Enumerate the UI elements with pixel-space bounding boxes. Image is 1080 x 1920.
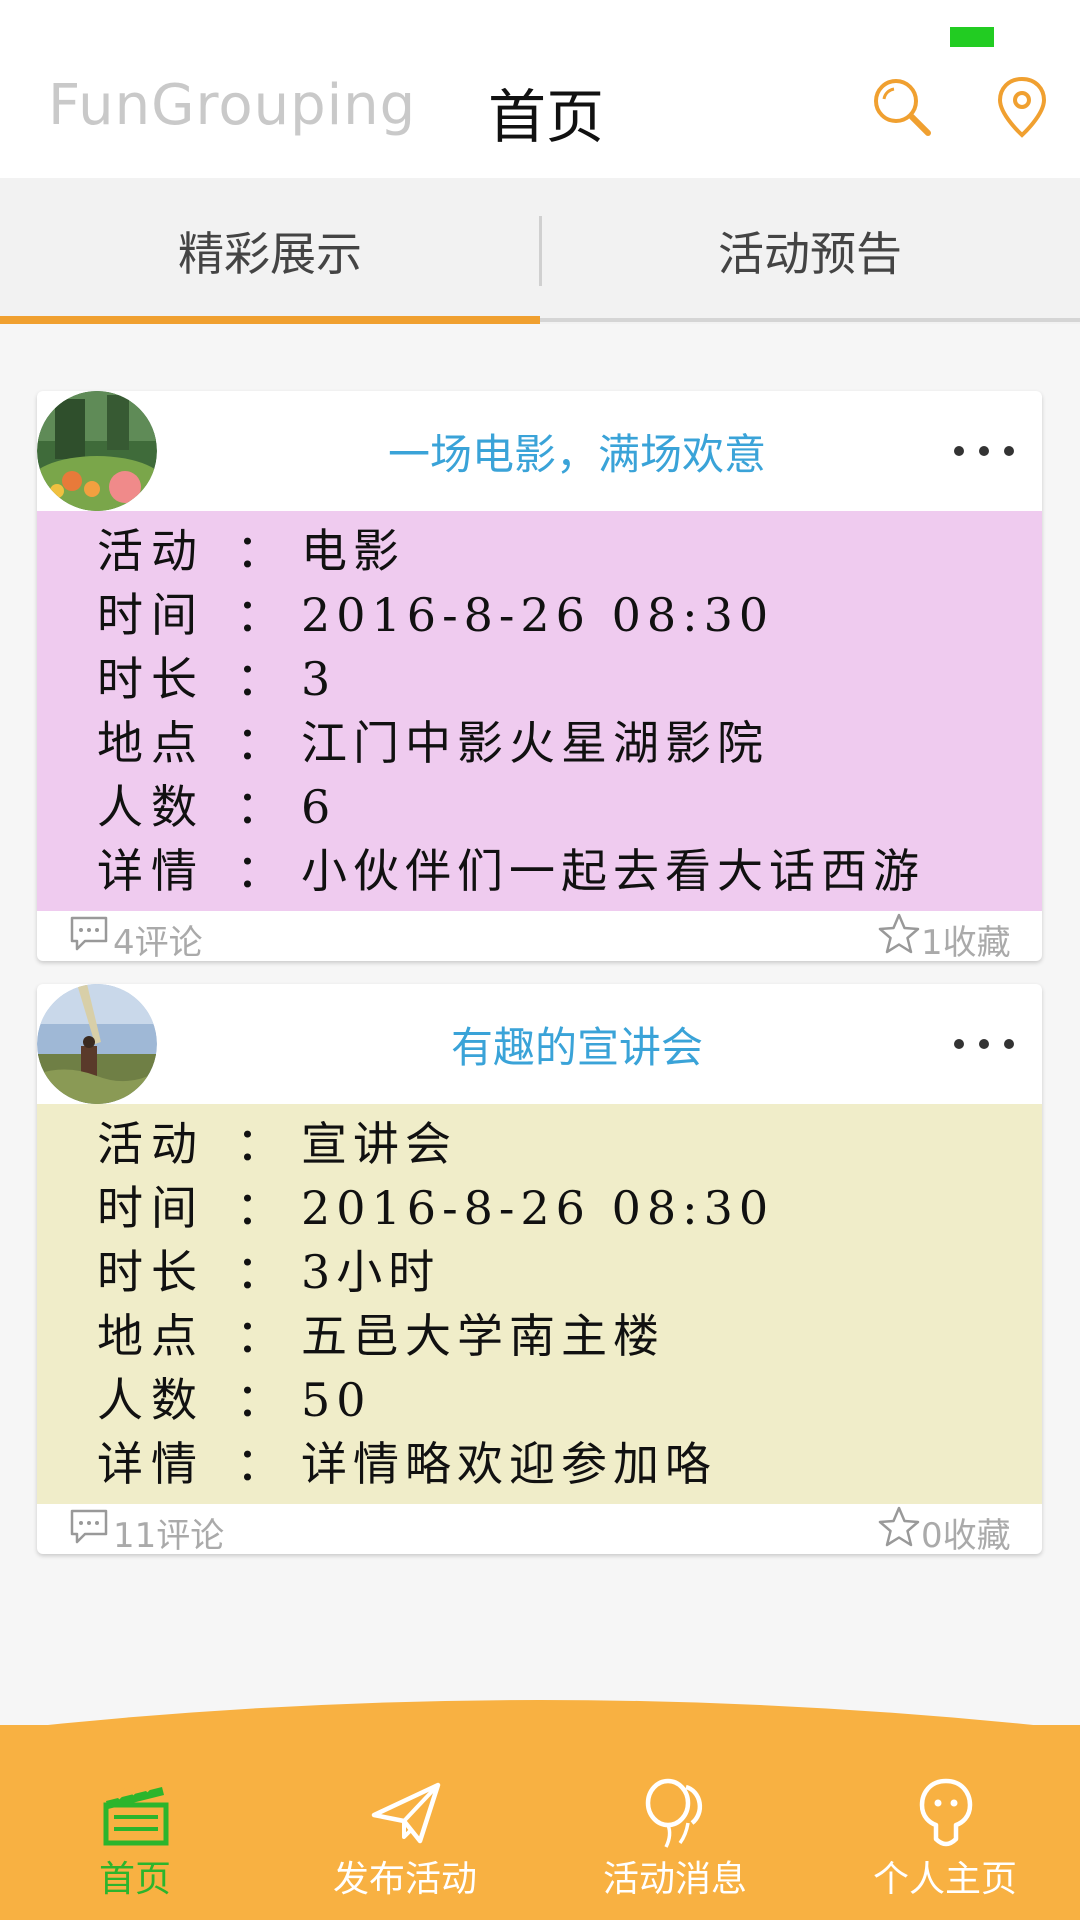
favorite-count[interactable]: 1收藏: [921, 915, 1011, 964]
tab-active-indicator: [0, 316, 540, 324]
avatar[interactable]: [37, 984, 157, 1104]
clapperboard-icon: [103, 1781, 169, 1846]
search-icon[interactable]: [870, 75, 934, 139]
row-separator: ：: [236, 652, 282, 706]
row-label: 人数: [97, 1373, 205, 1427]
row-separator: ：: [236, 1373, 282, 1427]
row-label: 地点: [97, 716, 205, 770]
tab-upcoming[interactable]: 活动预告: [540, 178, 1080, 324]
activity-card[interactable]: 一场电影，满场欢意 活动 ： 电影 时间 ： 2016-8-26 08:30 时长 ： 3 …: [37, 391, 1042, 964]
row-value: 3小时: [301, 1245, 441, 1299]
activity-details: 活动 ： 宣讲会 时间 ： 2016-8-26 08:30 时长 ： 3小时 地点 ： 五邑大学…: [37, 1104, 1042, 1504]
row-separator: ：: [236, 588, 282, 642]
top-bar: FunGrouping 首页: [0, 55, 1080, 178]
row-separator: ：: [236, 1245, 282, 1299]
nav-item-publish[interactable]: 发布活动: [270, 1725, 540, 1920]
person-icon: [919, 1778, 973, 1847]
card-header: 一场电影，满场欢意: [37, 391, 1042, 511]
row-label: 时长: [97, 1245, 205, 1299]
balloons-icon: [645, 1778, 703, 1848]
row-separator: ：: [236, 780, 282, 834]
bottom-nav: 首页 发布活动 活动消息 个人主页: [0, 1725, 1080, 1920]
detail-row-description: 详情 ： 详情略欢迎参加咯: [97, 1428, 717, 1492]
nav-label: 活动消息: [602, 1859, 747, 1900]
row-label: 活动: [97, 1117, 205, 1171]
star-icon[interactable]: [877, 913, 921, 955]
detail-row-activity: 活动 ： 电影: [97, 515, 405, 579]
row-label: 时间: [97, 1181, 205, 1235]
location-icon[interactable]: [990, 75, 1054, 139]
nav-label: 首页: [98, 1859, 171, 1900]
card-footer: 4评论 1收藏: [37, 911, 1042, 964]
row-label: 时间: [97, 588, 205, 642]
star-icon[interactable]: [877, 1506, 921, 1548]
row-value: 江门中影火星湖影院: [301, 716, 769, 770]
nav-item-messages[interactable]: 活动消息: [540, 1725, 810, 1920]
row-value: 50: [301, 1373, 372, 1427]
detail-row-location: 地点 ： 五邑大学南主楼: [97, 1300, 665, 1364]
row-separator: ：: [236, 844, 282, 898]
activity-details: 活动 ： 电影 时间 ： 2016-8-26 08:30 时长 ： 3 地点 ： 江门中影火星湖…: [37, 511, 1042, 911]
row-value: 电影: [301, 524, 405, 578]
row-value: 宣讲会: [301, 1117, 457, 1171]
row-separator: ：: [236, 1181, 282, 1235]
page-title: 首页: [488, 83, 605, 151]
nav-item-profile[interactable]: 个人主页: [810, 1725, 1080, 1920]
tab-inactive-indicator: [540, 318, 1080, 322]
card-title[interactable]: 一场电影，满场欢意: [157, 391, 997, 511]
more-icon[interactable]: [949, 439, 1019, 463]
tab-highlights[interactable]: 精彩展示: [0, 178, 540, 324]
detail-row-duration: 时长 ： 3: [97, 643, 336, 707]
paper-plane-icon: [371, 1782, 441, 1844]
detail-row-description: 详情 ： 小伙伴们一起去看大话西游: [97, 835, 925, 899]
comment-count[interactable]: 11评论: [113, 1508, 224, 1557]
row-value: 6: [301, 780, 337, 834]
avatar[interactable]: [37, 391, 157, 511]
nav-item-home[interactable]: 首页: [0, 1725, 270, 1920]
more-icon[interactable]: [949, 1032, 1019, 1056]
card-header: 有趣的宣讲会: [37, 984, 1042, 1104]
row-value: 2016-8-26 08:30: [301, 588, 775, 642]
status-bar: [0, 0, 1080, 55]
app-title: FunGrouping: [48, 73, 417, 138]
detail-row-activity: 活动 ： 宣讲会: [97, 1108, 457, 1172]
row-separator: ：: [236, 1117, 282, 1171]
row-value: 3: [301, 652, 337, 706]
row-label: 活动: [97, 524, 205, 578]
row-separator: ：: [236, 716, 282, 770]
row-label: 地点: [97, 1309, 205, 1363]
nav-arc: [0, 1700, 1080, 1730]
row-separator: ：: [236, 1309, 282, 1363]
row-value: 详情略欢迎参加咯: [301, 1437, 717, 1491]
row-value: 小伙伴们一起去看大话西游: [301, 844, 925, 898]
detail-row-people: 人数 ： 50: [97, 1364, 372, 1428]
card-footer: 11评论 0收藏: [37, 1504, 1042, 1557]
card-title[interactable]: 有趣的宣讲会: [157, 984, 997, 1104]
favorite-count[interactable]: 0收藏: [921, 1508, 1011, 1557]
row-label: 人数: [97, 780, 205, 834]
nav-label: 发布活动: [332, 1859, 477, 1900]
detail-row-people: 人数 ： 6: [97, 771, 336, 835]
row-label: 详情: [97, 1437, 205, 1491]
comment-icon[interactable]: [69, 915, 109, 953]
row-separator: ：: [236, 524, 282, 578]
detail-row-location: 地点 ： 江门中影火星湖影院: [97, 707, 769, 771]
nav-label: 个人主页: [872, 1859, 1017, 1900]
detail-row-time: 时间 ： 2016-8-26 08:30: [97, 1172, 774, 1236]
detail-row-duration: 时长 ： 3小时: [97, 1236, 440, 1300]
row-separator: ：: [236, 1437, 282, 1491]
detail-row-time: 时间 ： 2016-8-26 08:30: [97, 579, 774, 643]
tab-bar: 精彩展示 活动预告: [0, 178, 1080, 324]
row-value: 2016-8-26 08:30: [301, 1181, 775, 1235]
row-value: 五邑大学南主楼: [301, 1309, 665, 1363]
activity-card[interactable]: 有趣的宣讲会 活动 ： 宣讲会 时间 ： 2016-8-26 08:30 时长 ： 3小时 …: [37, 984, 1042, 1557]
comment-count[interactable]: 4评论: [113, 915, 203, 964]
row-label: 详情: [97, 844, 205, 898]
battery-icon: [950, 27, 994, 47]
comment-icon[interactable]: [69, 1508, 109, 1546]
row-label: 时长: [97, 652, 205, 706]
